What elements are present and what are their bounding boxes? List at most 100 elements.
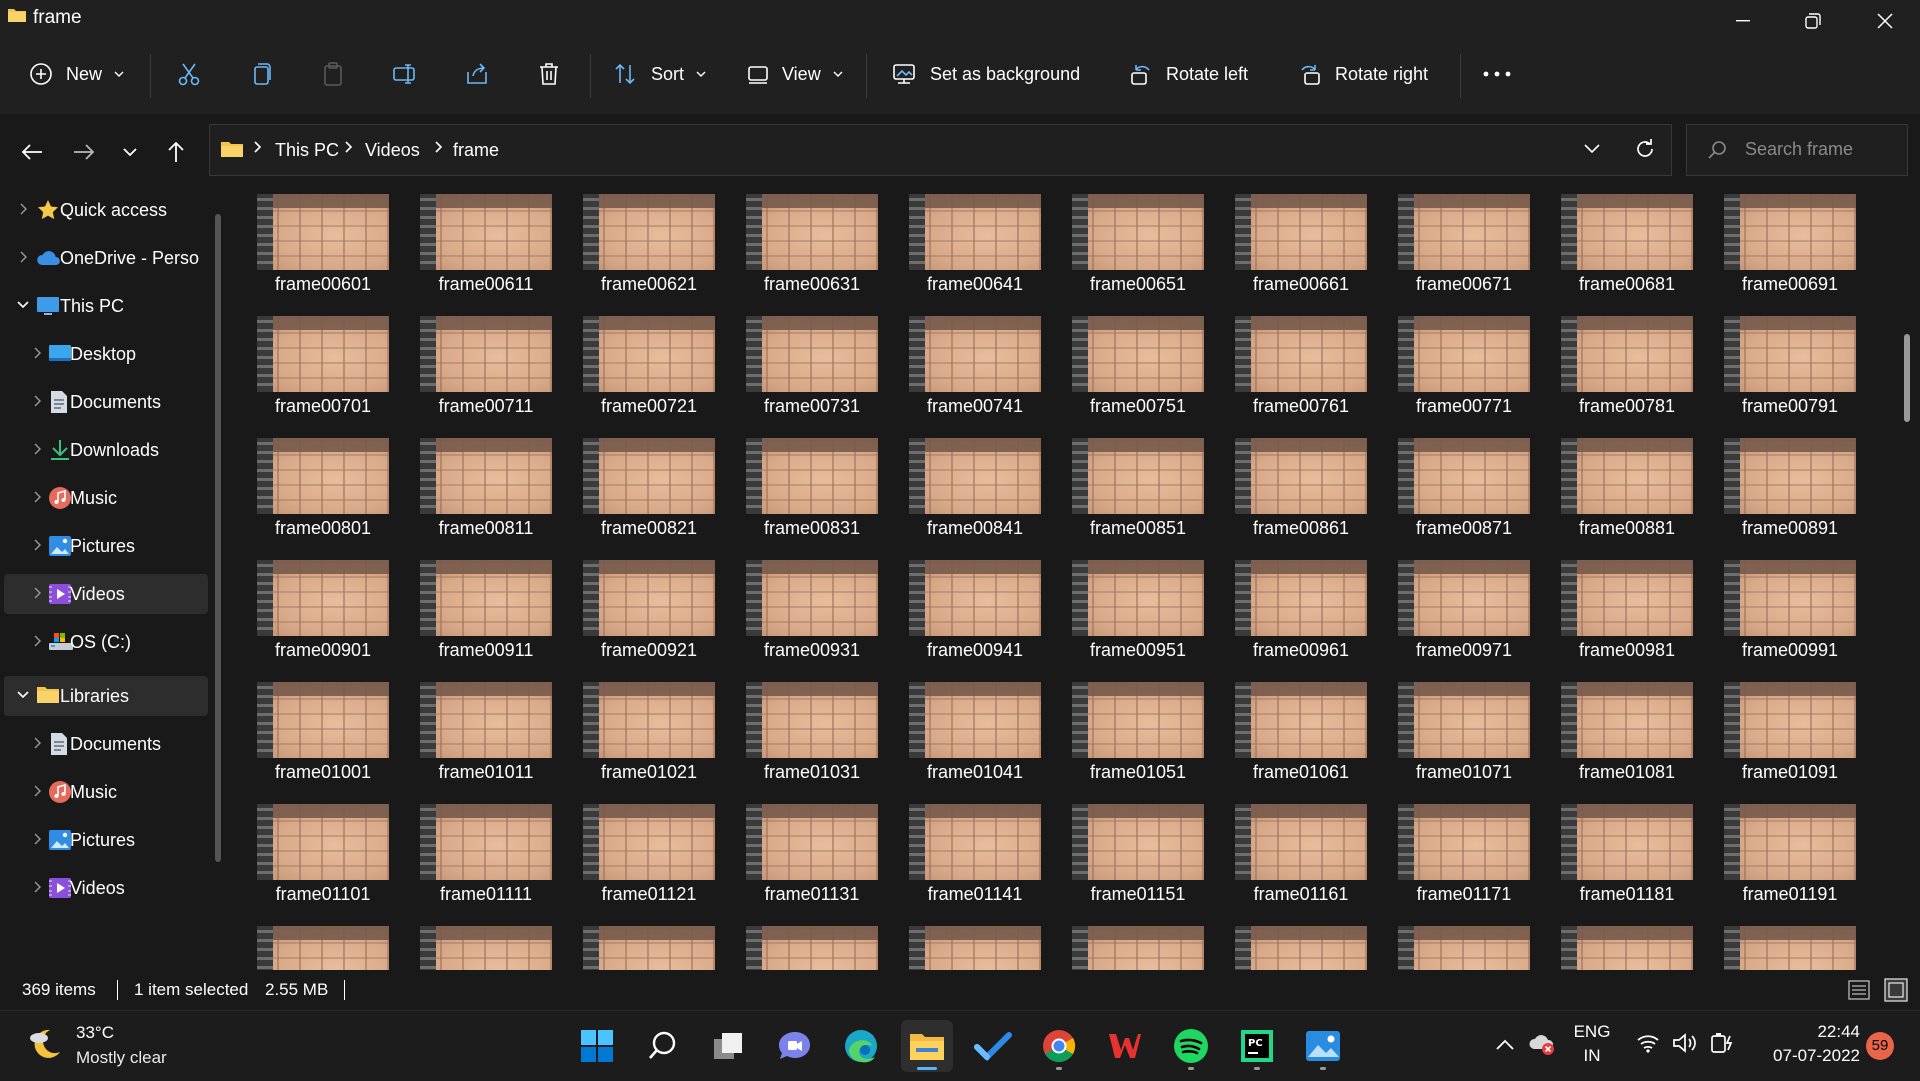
battery-charging-icon[interactable] <box>1710 1032 1734 1054</box>
chevron-right-icon[interactable] <box>30 538 44 552</box>
file-tile[interactable]: frame00881 <box>1545 432 1695 550</box>
file-tile[interactable]: frame00771 <box>1382 310 1532 428</box>
file-tile[interactable]: frame00831 <box>730 432 880 550</box>
paste-button[interactable] <box>320 56 346 92</box>
file-thumbnail[interactable] <box>1724 682 1856 758</box>
chrome-button[interactable] <box>1033 1020 1085 1072</box>
file-tile[interactable]: frame00941 <box>893 554 1043 672</box>
file-tile[interactable] <box>241 920 391 970</box>
file-thumbnail[interactable] <box>583 438 715 514</box>
file-thumbnail[interactable] <box>1235 194 1367 270</box>
file-tile[interactable]: frame00961 <box>1219 554 1369 672</box>
sidebar-item-pictures[interactable]: Pictures <box>4 820 208 860</box>
file-tile[interactable]: frame01011 <box>404 676 554 794</box>
file-tile[interactable]: frame01061 <box>1219 676 1369 794</box>
breadcrumb-this-pc[interactable]: This PC <box>275 125 339 175</box>
file-tile[interactable]: frame00931 <box>730 554 880 672</box>
file-tile[interactable] <box>730 920 880 970</box>
file-thumbnail[interactable] <box>746 316 878 392</box>
file-thumbnail[interactable] <box>1724 804 1856 880</box>
chevron-down-icon[interactable] <box>16 688 30 702</box>
weather-temperature[interactable]: 33°C <box>76 1023 114 1043</box>
set-as-background-button[interactable]: Set as background <box>892 56 1080 92</box>
file-thumbnail[interactable] <box>257 804 389 880</box>
file-thumbnail[interactable] <box>1561 926 1693 970</box>
weather-moon-icon[interactable] <box>26 1026 64 1064</box>
wps-office-button[interactable] <box>1099 1020 1151 1072</box>
file-tile[interactable]: frame00911 <box>404 554 554 672</box>
taskbar-search-button[interactable] <box>637 1020 689 1072</box>
recent-locations-button[interactable] <box>112 134 148 170</box>
file-thumbnail[interactable] <box>909 194 1041 270</box>
todo-button[interactable] <box>967 1020 1019 1072</box>
sidebar-item-documents[interactable]: Documents <box>4 382 208 422</box>
rename-button[interactable] <box>392 56 418 92</box>
file-tile[interactable] <box>1708 920 1858 970</box>
file-tile[interactable] <box>893 920 1043 970</box>
file-thumbnail[interactable] <box>257 560 389 636</box>
cut-button[interactable] <box>176 56 202 92</box>
view-button[interactable]: View <box>746 56 843 92</box>
file-tile[interactable]: frame00701 <box>241 310 391 428</box>
file-tile[interactable]: frame01141 <box>893 798 1043 916</box>
file-tile[interactable]: frame00791 <box>1708 310 1858 428</box>
file-tile[interactable]: frame00801 <box>241 432 391 550</box>
file-thumbnail[interactable] <box>583 682 715 758</box>
chevron-right-icon[interactable] <box>30 394 44 408</box>
file-thumbnail[interactable] <box>1072 316 1204 392</box>
file-tile[interactable] <box>1056 920 1206 970</box>
file-thumbnail[interactable] <box>1235 438 1367 514</box>
file-tile[interactable]: frame00611 <box>404 188 554 306</box>
file-tile[interactable]: frame01181 <box>1545 798 1695 916</box>
file-thumbnail[interactable] <box>420 194 552 270</box>
file-thumbnail[interactable] <box>1072 438 1204 514</box>
file-tile[interactable]: frame00871 <box>1382 432 1532 550</box>
file-tile[interactable]: frame01151 <box>1056 798 1206 916</box>
file-thumbnail[interactable] <box>746 926 878 970</box>
file-tile[interactable]: frame01131 <box>730 798 880 916</box>
sidebar-item-libraries[interactable]: Libraries <box>4 676 208 716</box>
file-tile[interactable]: frame00821 <box>567 432 717 550</box>
file-tile[interactable]: frame00951 <box>1056 554 1206 672</box>
file-tile[interactable]: frame00981 <box>1545 554 1695 672</box>
sort-button[interactable]: Sort <box>613 56 706 92</box>
file-tile[interactable]: frame01021 <box>567 676 717 794</box>
file-thumbnail[interactable] <box>1398 194 1530 270</box>
content-scrollbar[interactable] <box>1904 334 1910 422</box>
search-input[interactable]: Search frame <box>1686 124 1908 176</box>
file-thumbnail[interactable] <box>1072 194 1204 270</box>
file-tile[interactable]: frame00921 <box>567 554 717 672</box>
sidebar-item-pictures[interactable]: Pictures <box>4 526 208 566</box>
thumbnail-view-icon[interactable] <box>1884 978 1908 1002</box>
file-thumbnail[interactable] <box>420 926 552 970</box>
file-thumbnail[interactable] <box>909 804 1041 880</box>
file-thumbnail[interactable] <box>420 804 552 880</box>
sidebar-item-onedrive-perso[interactable]: OneDrive - Perso <box>4 238 208 278</box>
sidebar-item-desktop[interactable]: Desktop <box>4 334 208 374</box>
new-button[interactable]: New <box>28 56 124 92</box>
file-tile[interactable]: frame01121 <box>567 798 717 916</box>
file-tile[interactable]: frame00851 <box>1056 432 1206 550</box>
file-tile[interactable]: frame00711 <box>404 310 554 428</box>
volume-icon[interactable] <box>1672 1032 1698 1054</box>
sidebar-item-this-pc[interactable]: This PC <box>4 286 208 326</box>
file-thumbnail[interactable] <box>1235 804 1367 880</box>
up-button[interactable] <box>158 134 194 170</box>
breadcrumb-frame[interactable]: frame <box>453 125 499 175</box>
pycharm-button[interactable]: PC <box>1231 1020 1283 1072</box>
file-tile[interactable]: frame00811 <box>404 432 554 550</box>
file-thumbnail[interactable] <box>909 560 1041 636</box>
delete-button[interactable] <box>536 56 562 92</box>
address-bar[interactable]: This PC Videos frame <box>209 124 1672 176</box>
file-thumbnail[interactable] <box>257 682 389 758</box>
file-tile[interactable]: frame01111 <box>404 798 554 916</box>
address-history-chevron-icon[interactable] <box>1584 144 1600 154</box>
file-thumbnail[interactable] <box>746 560 878 636</box>
file-thumbnail[interactable] <box>909 682 1041 758</box>
language-indicator[interactable]: ENG <box>1572 1022 1612 1042</box>
file-thumbnail[interactable] <box>746 682 878 758</box>
file-thumbnail[interactable] <box>1561 438 1693 514</box>
photos-button[interactable] <box>1297 1020 1349 1072</box>
chevron-right-icon[interactable] <box>30 736 44 750</box>
file-tile[interactable]: frame00901 <box>241 554 391 672</box>
